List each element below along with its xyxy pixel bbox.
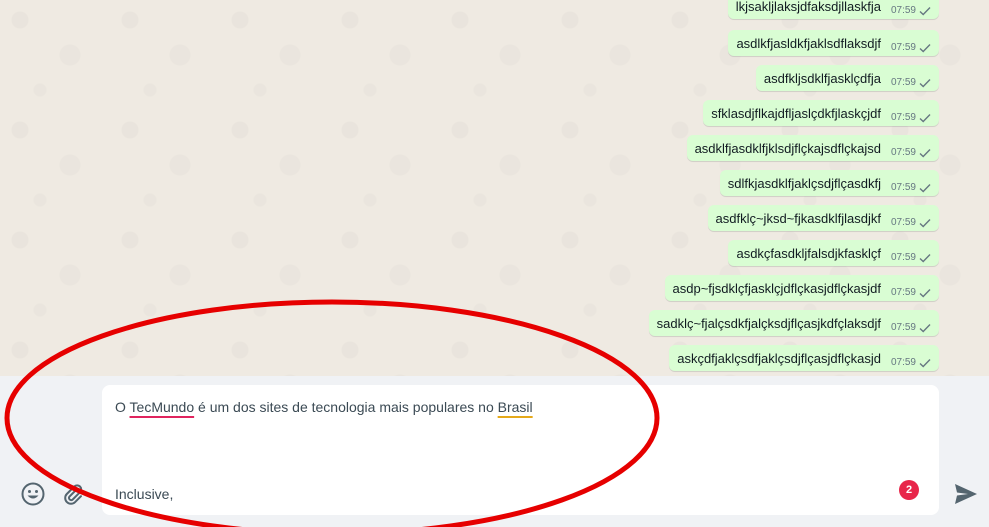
- message-time: 07:59: [890, 77, 916, 88]
- outgoing-message[interactable]: lkjsakljlaksjdfaksdjllaskfja 07:59: [727, 0, 939, 19]
- misspelled-word[interactable]: TecMundo: [130, 399, 195, 415]
- message-time: 07:59: [890, 357, 916, 368]
- message-meta: 07:59: [891, 78, 931, 91]
- message-time: 07:59: [890, 147, 916, 158]
- message-time: 07:59: [890, 287, 916, 298]
- message-list[interactable]: lkjsakljlaksjdfaksdjllaskfja 07:59 asdlk…: [0, 0, 989, 376]
- outgoing-message[interactable]: asdklfjasdklfjklsdjflçkajsdflçkajsd 07:5…: [686, 135, 939, 161]
- outgoing-message[interactable]: asdp~fjsdklçfjasklçjdflçkasjdflçkasjdf 0…: [664, 275, 939, 301]
- single-check-icon: [919, 149, 931, 158]
- grammar-issue-badge[interactable]: 2: [899, 480, 919, 500]
- outgoing-message[interactable]: sdlfkjasdklfjaklçsdjflçasdkfj 07:59: [719, 170, 939, 196]
- emoji-icon[interactable]: [20, 481, 46, 507]
- message-text: asdfkljsdklfjasklçdfja: [763, 70, 881, 86]
- composer-word: O: [115, 399, 130, 415]
- message-meta: 07:59: [891, 323, 931, 336]
- outgoing-message[interactable]: asdfklç~jksd~fjkasdklfjlasdjkf 07:59: [707, 205, 939, 231]
- outgoing-message[interactable]: asdfkljsdklfjasklçdfja 07:59: [755, 65, 939, 91]
- paperclip-icon[interactable]: [60, 481, 86, 507]
- message-meta: 07:59: [891, 218, 931, 231]
- grammar-flagged-word[interactable]: Brasil: [498, 399, 533, 415]
- single-check-icon: [919, 184, 931, 193]
- outgoing-message[interactable]: sfklasdjflkajdfljaslçdkfjlaskçjdf 07:59: [703, 100, 939, 126]
- composer-text-line: O TecMundo é um dos sites de tecnologia …: [115, 399, 533, 415]
- composer-text-line: Inclusive,: [115, 486, 174, 502]
- message-text: asdklfjasdklfjklsdjflçkajsdflçkajsd: [694, 140, 881, 156]
- whatsapp-chat-window: lkjsakljlaksjdfaksdjllaskfja 07:59 asdlk…: [0, 0, 989, 527]
- message-meta: 07:59: [891, 43, 931, 56]
- message-text: sdlfkjasdklfjaklçsdjflçasdkfj: [727, 175, 881, 191]
- message-meta: 07:59: [891, 148, 931, 161]
- message-text: asdlkfjasldkfjaklsdflaksdjf: [736, 35, 881, 51]
- single-check-icon: [919, 289, 931, 298]
- outgoing-message[interactable]: asdkçfasdkljfalsdjkfasklçf 07:59: [728, 240, 939, 266]
- single-check-icon: [919, 359, 931, 368]
- send-icon[interactable]: [952, 480, 980, 508]
- message-time: 07:59: [890, 182, 916, 193]
- message-text: asdkçfasdkljfalsdjkfasklçf: [736, 245, 881, 261]
- message-time: 07:59: [890, 42, 916, 53]
- message-text: askçdfjaklçsdfjaklçsdjflçasjdflçkasjd: [677, 350, 881, 366]
- message-meta: 07:59: [891, 358, 931, 371]
- outgoing-message[interactable]: asdlkfjasldkfjaklsdflaksdjf 07:59: [728, 30, 939, 56]
- single-check-icon: [919, 79, 931, 88]
- single-check-icon: [919, 254, 931, 263]
- message-meta: 07:59: [891, 6, 931, 19]
- message-input[interactable]: O TecMundo é um dos sites de tecnologia …: [102, 385, 939, 515]
- message-text: sadklç~fjalçsdkfjalçksdjflçasjkdfçlaksdj…: [656, 315, 881, 331]
- outgoing-message[interactable]: askçdfjaklçsdfjaklçsdjflçasjdflçkasjd 07…: [669, 345, 939, 371]
- message-time: 07:59: [890, 217, 916, 228]
- message-text: lkjsakljlaksjdfaksdjllaskfja: [735, 0, 881, 14]
- single-check-icon: [919, 324, 931, 333]
- single-check-icon: [919, 7, 931, 16]
- message-text: asdp~fjsdklçfjasklçjdflçkasjdflçkasjdf: [672, 280, 881, 296]
- message-time: 07:59: [890, 252, 916, 263]
- message-meta: 07:59: [891, 253, 931, 266]
- message-time: 07:59: [890, 322, 916, 333]
- composer-word: é um dos sites de tecnologia mais popula…: [194, 399, 498, 415]
- single-check-icon: [919, 114, 931, 123]
- message-text: sfklasdjflkajdfljaslçdkfjlaskçjdf: [711, 105, 881, 121]
- message-meta: 07:59: [891, 288, 931, 301]
- message-meta: 07:59: [891, 113, 931, 126]
- single-check-icon: [919, 219, 931, 228]
- message-time: 07:59: [890, 5, 916, 16]
- message-time: 07:59: [890, 112, 916, 123]
- message-meta: 07:59: [891, 183, 931, 196]
- outgoing-message[interactable]: sadklç~fjalçsdkfjalçksdjflçasjkdfçlaksdj…: [648, 310, 939, 336]
- single-check-icon: [919, 44, 931, 53]
- message-text: asdfklç~jksd~fjkasdklfjlasdjkf: [715, 210, 881, 226]
